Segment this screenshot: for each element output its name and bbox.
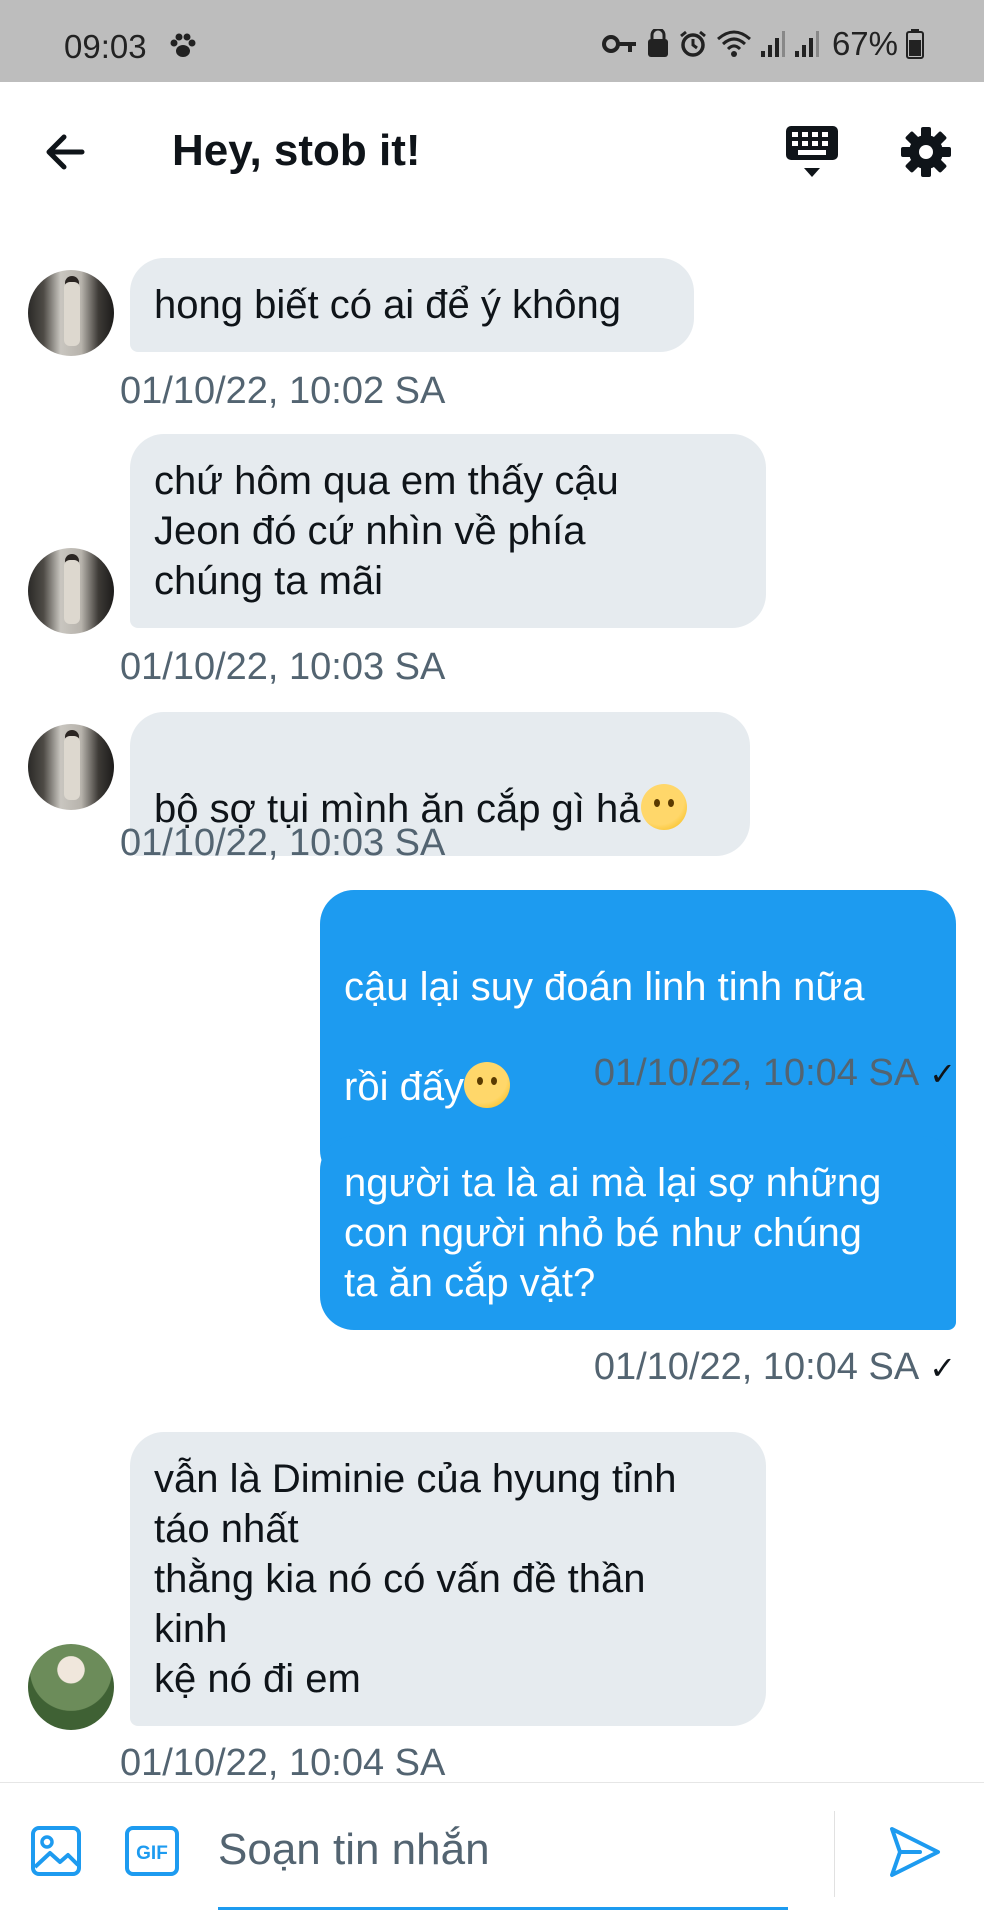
thinking-face-emoji bbox=[640, 784, 687, 830]
incoming-message-bubble[interactable]: vẫn là Diminie của hyung tỉnh táo nhất t… bbox=[130, 1432, 766, 1726]
status-icons: 67% bbox=[601, 25, 924, 62]
arrow-left-icon[interactable] bbox=[38, 124, 94, 180]
wifi-icon bbox=[716, 30, 751, 57]
avatar[interactable] bbox=[28, 270, 114, 356]
send-icon[interactable] bbox=[886, 1823, 944, 1881]
outgoing-message-bubble[interactable]: người ta là ai mà lại sợ những con người… bbox=[320, 1136, 956, 1330]
paw-icon bbox=[170, 33, 196, 57]
message-input[interactable] bbox=[218, 1809, 788, 1891]
key-icon bbox=[601, 35, 636, 53]
incoming-message-bubble[interactable]: chứ hôm qua em thấy cậu Jeon đó cứ nhìn … bbox=[130, 434, 766, 628]
status-time: 09:03 bbox=[64, 28, 147, 65]
input-underline bbox=[218, 1907, 788, 1910]
battery-icon bbox=[906, 29, 924, 59]
battery-percent: 67% bbox=[831, 25, 898, 62]
signal-icon bbox=[760, 31, 785, 57]
signal-icon bbox=[794, 31, 819, 57]
message-text-line: cậu lại suy đoán linh tinh nữa bbox=[344, 965, 865, 1009]
sent-check-icon: ✓ bbox=[929, 1056, 956, 1092]
message-text-line: rồi đấy bbox=[344, 1065, 465, 1109]
conversation-title: Hey, stob it! bbox=[172, 126, 421, 175]
facepalm-emoji bbox=[464, 1062, 511, 1108]
gif-button[interactable]: GIF bbox=[124, 1825, 180, 1877]
status-bar: 09:03 67% bbox=[0, 0, 984, 82]
message-timestamp: 01/10/22, 10:04 SA ✓ bbox=[593, 1052, 956, 1094]
message-timestamp: 01/10/22, 10:02 SA bbox=[120, 370, 446, 412]
incoming-message-bubble[interactable]: hong biết có ai để ý không bbox=[130, 258, 694, 352]
alarm-icon bbox=[680, 30, 706, 57]
avatar[interactable] bbox=[28, 1644, 114, 1730]
avatar[interactable] bbox=[28, 724, 114, 810]
sent-check-icon: ✓ bbox=[929, 1350, 956, 1386]
keyboard-hide-icon[interactable] bbox=[782, 122, 842, 182]
message-timestamp: 01/10/22, 10:04 SA ✓ bbox=[593, 1346, 956, 1388]
dm-conversation-screen: 09:03 67% Hey, stob it! hong biết có ai … bbox=[0, 0, 984, 1920]
message-composer: GIF bbox=[0, 1782, 984, 1920]
divider bbox=[834, 1811, 835, 1897]
message-timestamp: 01/10/22, 10:03 SA bbox=[120, 646, 446, 688]
image-icon[interactable] bbox=[30, 1825, 82, 1877]
gear-icon[interactable] bbox=[898, 124, 954, 180]
avatar[interactable] bbox=[28, 548, 114, 634]
message-timestamp: 01/10/22, 10:04 SA bbox=[120, 1742, 446, 1784]
message-timestamp: 01/10/22, 10:03 SA bbox=[120, 822, 446, 864]
svg-text:GIF: GIF bbox=[136, 1843, 168, 1864]
conversation-header: Hey, stob it! bbox=[0, 82, 984, 220]
recycle-lock-icon bbox=[647, 29, 668, 57]
